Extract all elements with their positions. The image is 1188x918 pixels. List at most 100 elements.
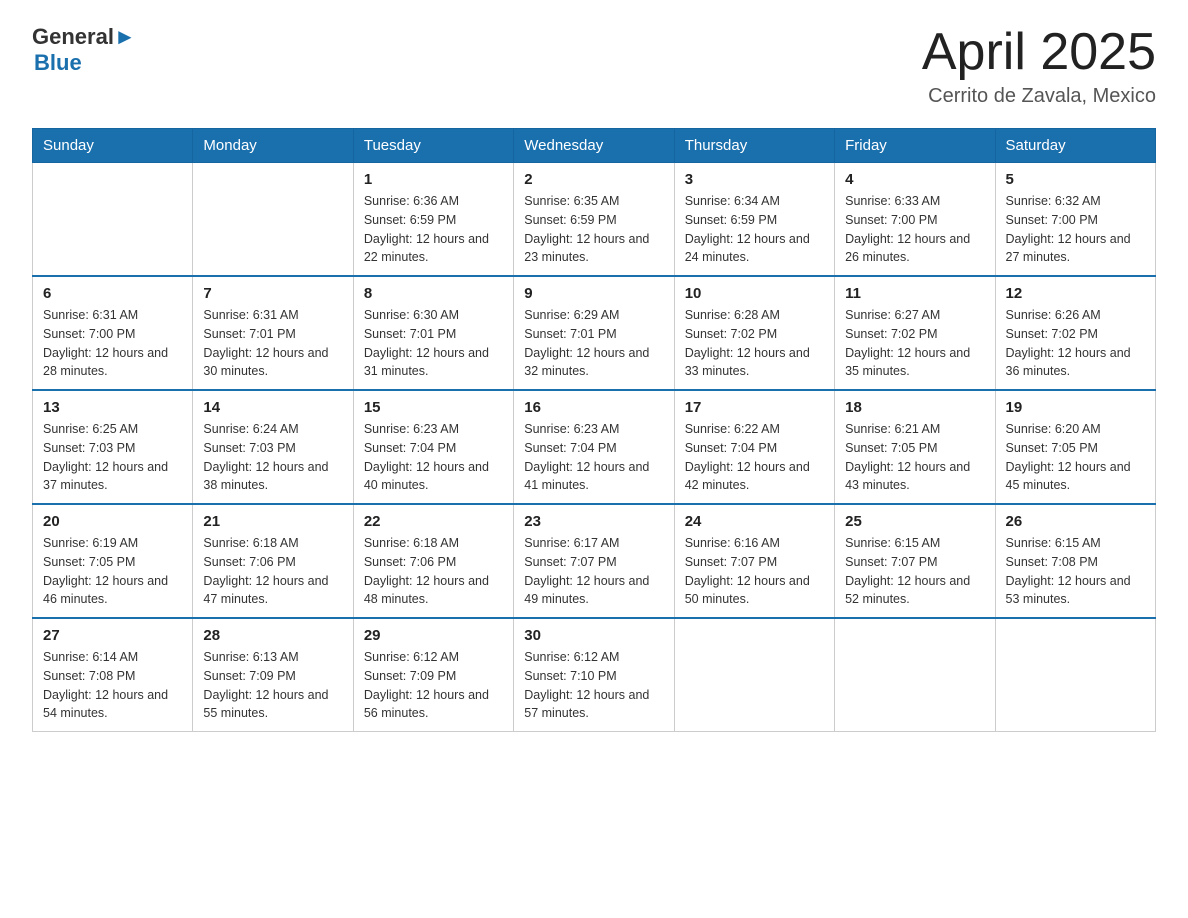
weekday-header-monday: Monday <box>193 129 353 163</box>
day-info: Sunrise: 6:18 AM Sunset: 7:06 PM Dayligh… <box>364 534 503 609</box>
day-number: 18 <box>845 399 984 416</box>
logo: General ► Blue <box>32 24 136 76</box>
day-info: Sunrise: 6:12 AM Sunset: 7:09 PM Dayligh… <box>364 648 503 723</box>
day-cell: 1 Sunrise: 6:36 AM Sunset: 6:59 PM Daylig… <box>353 163 513 277</box>
logo-general-text: General <box>32 24 114 50</box>
day-number: 26 <box>1006 513 1145 530</box>
day-info: Sunrise: 6:36 AM Sunset: 6:59 PM Dayligh… <box>364 192 503 267</box>
week-row-1: 1 Sunrise: 6:36 AM Sunset: 6:59 PM Daylig… <box>33 163 1156 277</box>
day-cell <box>193 163 353 277</box>
day-cell: 16 Sunrise: 6:23 AM Sunset: 7:04 PM Dayli… <box>514 390 674 504</box>
day-number: 2 <box>524 171 663 188</box>
week-row-2: 6 Sunrise: 6:31 AM Sunset: 7:00 PM Daylig… <box>33 276 1156 390</box>
day-info: Sunrise: 6:31 AM Sunset: 7:01 PM Dayligh… <box>203 306 342 381</box>
day-cell <box>995 618 1155 732</box>
calendar-subtitle: Cerrito de Zavala, Mexico <box>922 85 1156 108</box>
day-info: Sunrise: 6:23 AM Sunset: 7:04 PM Dayligh… <box>364 420 503 495</box>
logo-blue-text: Blue <box>34 50 82 76</box>
day-info: Sunrise: 6:18 AM Sunset: 7:06 PM Dayligh… <box>203 534 342 609</box>
day-number: 21 <box>203 513 342 530</box>
day-cell: 17 Sunrise: 6:22 AM Sunset: 7:04 PM Dayli… <box>674 390 834 504</box>
day-info: Sunrise: 6:19 AM Sunset: 7:05 PM Dayligh… <box>43 534 182 609</box>
day-info: Sunrise: 6:25 AM Sunset: 7:03 PM Dayligh… <box>43 420 182 495</box>
day-cell: 22 Sunrise: 6:18 AM Sunset: 7:06 PM Dayli… <box>353 504 513 618</box>
day-info: Sunrise: 6:13 AM Sunset: 7:09 PM Dayligh… <box>203 648 342 723</box>
day-info: Sunrise: 6:16 AM Sunset: 7:07 PM Dayligh… <box>685 534 824 609</box>
day-number: 9 <box>524 285 663 302</box>
day-number: 30 <box>524 627 663 644</box>
day-cell: 20 Sunrise: 6:19 AM Sunset: 7:05 PM Dayli… <box>33 504 193 618</box>
day-cell: 24 Sunrise: 6:16 AM Sunset: 7:07 PM Dayli… <box>674 504 834 618</box>
day-cell: 28 Sunrise: 6:13 AM Sunset: 7:09 PM Dayli… <box>193 618 353 732</box>
day-cell: 8 Sunrise: 6:30 AM Sunset: 7:01 PM Daylig… <box>353 276 513 390</box>
day-number: 5 <box>1006 171 1145 188</box>
day-number: 12 <box>1006 285 1145 302</box>
day-number: 11 <box>845 285 984 302</box>
day-info: Sunrise: 6:21 AM Sunset: 7:05 PM Dayligh… <box>845 420 984 495</box>
day-number: 8 <box>364 285 503 302</box>
page-header: General ► Blue April 2025 Cerrito de Zav… <box>32 24 1156 108</box>
day-cell: 26Sunrise: 6:15 AM Sunset: 7:08 PM Dayli… <box>995 504 1155 618</box>
day-cell: 11 Sunrise: 6:27 AM Sunset: 7:02 PM Dayli… <box>835 276 995 390</box>
day-number: 4 <box>845 171 984 188</box>
day-number: 10 <box>685 285 824 302</box>
day-cell: 2 Sunrise: 6:35 AM Sunset: 6:59 PM Daylig… <box>514 163 674 277</box>
day-number: 20 <box>43 513 182 530</box>
day-info: Sunrise: 6:28 AM Sunset: 7:02 PM Dayligh… <box>685 306 824 381</box>
day-info: Sunrise: 6:23 AM Sunset: 7:04 PM Dayligh… <box>524 420 663 495</box>
day-cell: 12 Sunrise: 6:26 AM Sunset: 7:02 PM Dayli… <box>995 276 1155 390</box>
day-info: Sunrise: 6:29 AM Sunset: 7:01 PM Dayligh… <box>524 306 663 381</box>
day-number: 29 <box>364 627 503 644</box>
day-cell: 15 Sunrise: 6:23 AM Sunset: 7:04 PM Dayli… <box>353 390 513 504</box>
logo-blue-part: ► <box>114 24 136 50</box>
weekday-header-row: SundayMondayTuesdayWednesdayThursdayFrid… <box>33 129 1156 163</box>
weekday-header-sunday: Sunday <box>33 129 193 163</box>
day-number: 17 <box>685 399 824 416</box>
day-number: 22 <box>364 513 503 530</box>
day-cell: 29 Sunrise: 6:12 AM Sunset: 7:09 PM Dayli… <box>353 618 513 732</box>
day-cell: 25 Sunrise: 6:15 AM Sunset: 7:07 PM Dayli… <box>835 504 995 618</box>
day-info: Sunrise: 6:30 AM Sunset: 7:01 PM Dayligh… <box>364 306 503 381</box>
day-cell <box>835 618 995 732</box>
day-cell: 13 Sunrise: 6:25 AM Sunset: 7:03 PM Dayli… <box>33 390 193 504</box>
day-info: Sunrise: 6:22 AM Sunset: 7:04 PM Dayligh… <box>685 420 824 495</box>
day-cell: 18 Sunrise: 6:21 AM Sunset: 7:05 PM Dayli… <box>835 390 995 504</box>
day-number: 13 <box>43 399 182 416</box>
day-number: 16 <box>524 399 663 416</box>
day-cell <box>33 163 193 277</box>
day-cell: 5Sunrise: 6:32 AM Sunset: 7:00 PM Daylig… <box>995 163 1155 277</box>
weekday-header-saturday: Saturday <box>995 129 1155 163</box>
day-cell: 27Sunrise: 6:14 AM Sunset: 7:08 PM Dayli… <box>33 618 193 732</box>
day-number: 24 <box>685 513 824 530</box>
day-number: 15 <box>364 399 503 416</box>
day-info: Sunrise: 6:27 AM Sunset: 7:02 PM Dayligh… <box>845 306 984 381</box>
day-info: Sunrise: 6:33 AM Sunset: 7:00 PM Dayligh… <box>845 192 984 267</box>
day-cell: 21 Sunrise: 6:18 AM Sunset: 7:06 PM Dayli… <box>193 504 353 618</box>
weekday-header-friday: Friday <box>835 129 995 163</box>
day-cell: 30Sunrise: 6:12 AM Sunset: 7:10 PM Dayli… <box>514 618 674 732</box>
calendar-title: April 2025 <box>922 24 1156 81</box>
day-cell: 19Sunrise: 6:20 AM Sunset: 7:05 PM Dayli… <box>995 390 1155 504</box>
day-info: Sunrise: 6:26 AM Sunset: 7:02 PM Dayligh… <box>1006 306 1145 381</box>
day-number: 23 <box>524 513 663 530</box>
day-info: Sunrise: 6:31 AM Sunset: 7:00 PM Dayligh… <box>43 306 182 381</box>
day-info: Sunrise: 6:14 AM Sunset: 7:08 PM Dayligh… <box>43 648 182 723</box>
day-cell: 9 Sunrise: 6:29 AM Sunset: 7:01 PM Daylig… <box>514 276 674 390</box>
weekday-header-wednesday: Wednesday <box>514 129 674 163</box>
day-info: Sunrise: 6:35 AM Sunset: 6:59 PM Dayligh… <box>524 192 663 267</box>
day-info: Sunrise: 6:24 AM Sunset: 7:03 PM Dayligh… <box>203 420 342 495</box>
day-number: 25 <box>845 513 984 530</box>
week-row-5: 27Sunrise: 6:14 AM Sunset: 7:08 PM Dayli… <box>33 618 1156 732</box>
day-cell: 6 Sunrise: 6:31 AM Sunset: 7:00 PM Daylig… <box>33 276 193 390</box>
day-info: Sunrise: 6:17 AM Sunset: 7:07 PM Dayligh… <box>524 534 663 609</box>
day-number: 19 <box>1006 399 1145 416</box>
day-number: 1 <box>364 171 503 188</box>
day-cell: 14Sunrise: 6:24 AM Sunset: 7:03 PM Dayli… <box>193 390 353 504</box>
week-row-3: 13 Sunrise: 6:25 AM Sunset: 7:03 PM Dayli… <box>33 390 1156 504</box>
weekday-header-thursday: Thursday <box>674 129 834 163</box>
title-section: April 2025 Cerrito de Zavala, Mexico <box>922 24 1156 108</box>
day-info: Sunrise: 6:15 AM Sunset: 7:07 PM Dayligh… <box>845 534 984 609</box>
calendar-table: SundayMondayTuesdayWednesdayThursdayFrid… <box>32 128 1156 732</box>
day-number: 6 <box>43 285 182 302</box>
day-number: 28 <box>203 627 342 644</box>
